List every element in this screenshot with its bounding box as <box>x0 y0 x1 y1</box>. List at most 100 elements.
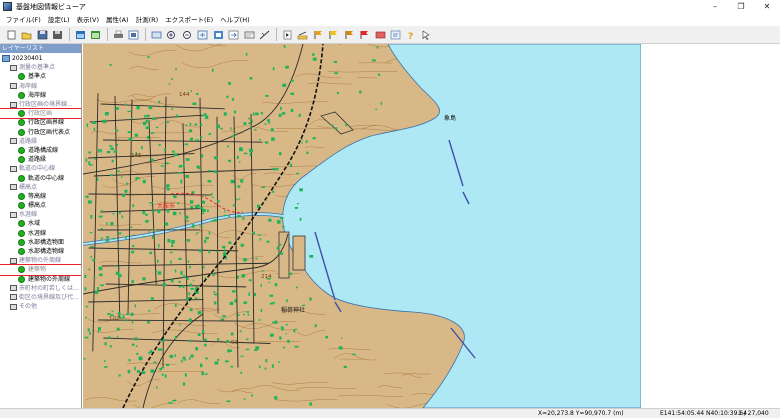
layer-button[interactable] <box>73 28 87 41</box>
layer-visible-icon[interactable] <box>18 73 25 81</box>
layer-visible-icon[interactable] <box>18 248 25 256</box>
save-button[interactable] <box>35 28 49 41</box>
layer-item[interactable]: 行政区画代表点 <box>0 128 81 137</box>
pan-button[interactable] <box>227 28 241 41</box>
tree-root[interactable]: 20230401 <box>0 54 81 63</box>
building <box>175 68 177 71</box>
zoom-in-button[interactable] <box>165 28 179 41</box>
building <box>127 369 131 374</box>
flag1-button[interactable] <box>311 28 325 41</box>
flag2-button[interactable] <box>327 28 341 41</box>
layer-item[interactable]: 行政区画界線 <box>0 118 81 127</box>
layer-category[interactable]: 街区の境界線及び代... <box>0 293 81 302</box>
layer-visible-icon[interactable] <box>18 110 25 118</box>
layer-visible-icon[interactable] <box>18 192 25 200</box>
layer-category[interactable]: 行政区画の境界線... <box>0 100 81 109</box>
layer-visible-icon[interactable] <box>18 128 25 136</box>
zoom-window-icon <box>213 30 223 39</box>
measure-button[interactable] <box>258 28 272 41</box>
layer-category[interactable]: 軌道の中心線 <box>0 164 81 173</box>
menu-file[interactable]: ファイル(F) <box>6 14 41 24</box>
layer-visible-icon[interactable] <box>18 229 25 237</box>
building <box>136 345 138 348</box>
layer-category[interactable]: 海岸線 <box>0 82 81 91</box>
minimize-button[interactable]: – <box>702 0 728 13</box>
new-button[interactable] <box>4 28 18 41</box>
layer-item[interactable]: 水域 <box>0 219 81 228</box>
building <box>146 114 150 118</box>
building <box>201 200 206 204</box>
layer2-button[interactable] <box>89 28 103 41</box>
layer-category[interactable]: 測量の基準点 <box>0 63 81 72</box>
building <box>188 129 193 133</box>
question-button[interactable]: ? <box>404 28 418 41</box>
layer-category[interactable]: その他 <box>0 302 81 311</box>
layer-item[interactable]: 等高線 <box>0 192 81 201</box>
building <box>90 215 93 219</box>
marker-button[interactable] <box>373 28 387 41</box>
building <box>111 310 114 313</box>
save-as-button[interactable] <box>51 28 65 41</box>
close-button[interactable]: ✕ <box>754 0 780 13</box>
building <box>233 132 236 134</box>
print-preview-button[interactable] <box>127 28 141 41</box>
building <box>298 113 301 117</box>
menu-measure[interactable]: 計測(R) <box>136 14 159 24</box>
layer-visible-icon[interactable] <box>18 91 25 99</box>
select-button[interactable] <box>280 28 294 41</box>
menu-help[interactable]: ヘルプ(H) <box>220 14 249 24</box>
identify-button[interactable] <box>242 28 256 41</box>
menu-attribute[interactable]: 属性(A) <box>106 14 129 24</box>
menu-export[interactable]: エクスポート(E) <box>165 14 213 24</box>
layer-category[interactable]: 標高点 <box>0 183 81 192</box>
status-xy: X=20,273.8 Y=90,970.7 (m) <box>538 410 624 417</box>
layer-visible-icon[interactable] <box>18 174 25 182</box>
maximize-button[interactable]: ❐ <box>728 0 754 13</box>
map-canvas[interactable]: 象島 稲荷神社 大館市 146 102 214 93 144 <box>83 44 641 408</box>
red-flag-button[interactable] <box>358 28 372 41</box>
building <box>272 321 275 324</box>
menu-settings[interactable]: 設定(L) <box>48 14 70 24</box>
layer-item[interactable]: 建築物の外周線 <box>0 275 81 284</box>
layer-visible-icon[interactable] <box>18 266 25 274</box>
layer-item[interactable]: 水部構造物面 <box>0 238 81 247</box>
layer-visible-icon[interactable] <box>18 146 25 154</box>
layer-visible-icon[interactable] <box>18 156 25 164</box>
layer-visible-icon[interactable] <box>18 275 25 283</box>
question-icon: ? <box>408 32 413 40</box>
flag3-button[interactable] <box>342 28 356 41</box>
layer-item[interactable]: 道路構成線 <box>0 146 81 155</box>
layer-item[interactable]: 行政区画 <box>0 108 81 120</box>
print-button[interactable] <box>111 28 125 41</box>
open-button[interactable] <box>20 28 34 41</box>
layer-item[interactable]: 水涯線 <box>0 229 81 238</box>
title-bar: 基盤地図情報ビューア – ❐ ✕ <box>0 0 780 13</box>
zoom-full-button[interactable] <box>196 28 210 41</box>
help-button[interactable] <box>389 28 403 41</box>
layer-item[interactable]: 海岸線 <box>0 91 81 100</box>
layer-visible-icon[interactable] <box>18 220 25 228</box>
layer-category[interactable]: 建築物の外周線 <box>0 256 81 265</box>
layer-item[interactable]: 建築物 <box>0 264 81 276</box>
layer-item[interactable]: 水部構造物線 <box>0 247 81 256</box>
building <box>174 354 176 357</box>
layer-visible-icon[interactable] <box>18 238 25 246</box>
layer-visible-icon[interactable] <box>18 119 25 127</box>
layer-category[interactable]: 市町村の町若しくは... <box>0 284 81 293</box>
building <box>143 121 146 126</box>
layer-item[interactable]: 軌道の中心線 <box>0 173 81 182</box>
layer-category[interactable]: 水涯線 <box>0 210 81 219</box>
layer-item[interactable]: 道路縁 <box>0 155 81 164</box>
layer-category[interactable]: 道路縁 <box>0 137 81 146</box>
layer-item[interactable]: 基準点 <box>0 72 81 81</box>
toolbar-separator <box>276 28 277 41</box>
layer-item[interactable]: 標高点 <box>0 201 81 210</box>
building <box>174 399 177 402</box>
rect-select-button[interactable] <box>149 28 163 41</box>
zoom-window-button[interactable] <box>211 28 225 41</box>
cursor-help-button[interactable] <box>420 28 434 41</box>
layer-visible-icon[interactable] <box>18 202 25 210</box>
line-tool-button[interactable] <box>296 28 310 41</box>
zoom-out-button[interactable] <box>180 28 194 41</box>
menu-view[interactable]: 表示(V) <box>77 14 100 24</box>
